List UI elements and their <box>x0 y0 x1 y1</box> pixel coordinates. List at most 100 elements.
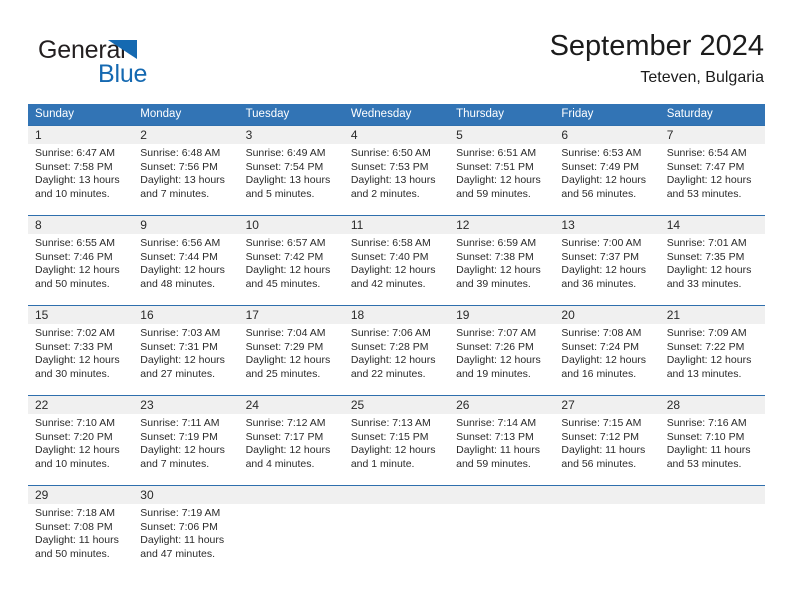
daylight-text-line2: and 30 minutes. <box>35 367 110 380</box>
daylight-text-line2: and 4 minutes. <box>245 457 315 470</box>
calendar-week-row: 22 Sunrise: 7:10 AM Sunset: 7:20 PM Dayl… <box>28 395 765 485</box>
sunset-text: Sunset: 7:54 PM <box>245 160 324 173</box>
calendar-day-cell[interactable]: 17 Sunrise: 7:04 AM Sunset: 7:29 PM Dayl… <box>239 306 344 396</box>
calendar-day-cell[interactable]: 19 Sunrise: 7:07 AM Sunset: 7:26 PM Dayl… <box>449 306 554 396</box>
calendar-day-cell[interactable]: 13 Sunrise: 7:00 AM Sunset: 7:37 PM Dayl… <box>554 216 659 306</box>
calendar-day-cell-empty <box>344 486 449 576</box>
calendar-day-cell[interactable]: 21 Sunrise: 7:09 AM Sunset: 7:22 PM Dayl… <box>660 306 765 396</box>
daylight-text-line2: and 47 minutes. <box>140 547 215 560</box>
calendar-week-row: 1 Sunrise: 6:47 AM Sunset: 7:58 PM Dayli… <box>28 125 765 215</box>
sunset-text: Sunset: 7:29 PM <box>245 340 324 353</box>
calendar-day-cell[interactable]: 16 Sunrise: 7:03 AM Sunset: 7:31 PM Dayl… <box>133 306 238 396</box>
sunset-text: Sunset: 7:24 PM <box>561 340 640 353</box>
day-details: Sunrise: 7:04 AM Sunset: 7:29 PM Dayligh… <box>246 327 340 381</box>
calendar-day-cell[interactable]: 29 Sunrise: 7:18 AM Sunset: 7:08 PM Dayl… <box>28 486 133 576</box>
day-number: 25 <box>350 398 365 412</box>
weekday-header-tuesday: Tuesday <box>245 108 290 120</box>
calendar-day-cell[interactable]: 25 Sunrise: 7:13 AM Sunset: 7:15 PM Dayl… <box>344 396 449 486</box>
calendar-day-cell[interactable]: 24 Sunrise: 7:12 AM Sunset: 7:17 PM Dayl… <box>239 396 344 486</box>
sunset-text: Sunset: 7:12 PM <box>561 430 640 443</box>
daylight-text-line1: Daylight: 12 hours <box>140 264 225 277</box>
calendar-day-cell[interactable]: 9 Sunrise: 6:56 AM Sunset: 7:44 PM Dayli… <box>133 216 238 306</box>
day-number: 15 <box>35 308 49 322</box>
daylight-text-line2: and 25 minutes. <box>245 367 321 380</box>
calendar-day-cell[interactable]: 11 Sunrise: 6:58 AM Sunset: 7:40 PM Dayl… <box>344 216 449 306</box>
day-number: 12 <box>456 218 470 232</box>
sunset-text: Sunset: 7:31 PM <box>140 340 218 353</box>
sunrise-text: Sunrise: 7:13 AM <box>350 417 431 429</box>
calendar-day-cell[interactable]: 4 Sunrise: 6:50 AM Sunset: 7:53 PM Dayli… <box>344 126 449 216</box>
calendar-day-cell[interactable]: 22 Sunrise: 7:10 AM Sunset: 7:20 PM Dayl… <box>28 396 133 486</box>
sunrise-text: Sunrise: 7:02 AM <box>35 327 115 339</box>
weekday-header-sunday: Sunday <box>35 108 75 120</box>
day-details: Sunrise: 7:02 AM Sunset: 7:33 PM Dayligh… <box>35 327 129 381</box>
sunset-text: Sunset: 7:42 PM <box>245 250 324 263</box>
calendar-day-cell[interactable]: 18 Sunrise: 7:06 AM Sunset: 7:28 PM Dayl… <box>344 306 449 396</box>
calendar-day-cell[interactable]: 23 Sunrise: 7:11 AM Sunset: 7:19 PM Dayl… <box>133 396 238 486</box>
day-number: 27 <box>561 398 575 412</box>
calendar-day-cell[interactable]: 20 Sunrise: 7:08 AM Sunset: 7:24 PM Dayl… <box>554 306 659 396</box>
calendar-day-cell[interactable]: 5 Sunrise: 6:51 AM Sunset: 7:51 PM Dayli… <box>449 126 554 216</box>
calendar-day-cell[interactable]: 15 Sunrise: 7:02 AM Sunset: 7:33 PM Dayl… <box>28 306 133 396</box>
day-details: Sunrise: 6:58 AM Sunset: 7:40 PM Dayligh… <box>351 237 445 291</box>
daylight-text-line2: and 27 minutes. <box>140 367 215 380</box>
sunset-text: Sunset: 7:49 PM <box>561 160 640 173</box>
general-blue-logo[interactable]: General Blue <box>38 36 238 88</box>
day-number: 11 <box>350 218 364 232</box>
day-details: Sunrise: 7:13 AM Sunset: 7:15 PM Dayligh… <box>351 417 445 471</box>
daylight-text-line1: Daylight: 12 hours <box>666 174 752 187</box>
day-details: Sunrise: 7:14 AM Sunset: 7:13 PM Dayligh… <box>456 417 550 471</box>
sunrise-text: Sunrise: 6:49 AM <box>245 147 326 159</box>
daylight-text-line1: Daylight: 12 hours <box>561 174 647 187</box>
calendar-day-cell[interactable]: 14 Sunrise: 7:01 AM Sunset: 7:35 PM Dayl… <box>660 216 765 306</box>
daylight-text-line1: Daylight: 12 hours <box>561 354 647 367</box>
daylight-text-line1: Daylight: 11 hours <box>561 444 646 457</box>
calendar-day-cell[interactable]: 30 Sunrise: 7:19 AM Sunset: 7:06 PM Dayl… <box>133 486 238 576</box>
weekday-header-wednesday: Wednesday <box>350 108 412 120</box>
calendar-day-cell[interactable]: 27 Sunrise: 7:15 AM Sunset: 7:12 PM Dayl… <box>554 396 659 486</box>
calendar-day-cell[interactable]: 3 Sunrise: 6:49 AM Sunset: 7:54 PM Dayli… <box>239 126 344 216</box>
calendar-day-cell[interactable]: 12 Sunrise: 6:59 AM Sunset: 7:38 PM Dayl… <box>449 216 554 306</box>
daylight-text-line2: and 5 minutes. <box>245 187 315 200</box>
calendar-day-cell[interactable]: 2 Sunrise: 6:48 AM Sunset: 7:56 PM Dayli… <box>133 126 238 216</box>
day-details: Sunrise: 7:18 AM Sunset: 7:08 PM Dayligh… <box>35 507 129 561</box>
calendar-day-cell[interactable]: 28 Sunrise: 7:16 AM Sunset: 7:10 PM Dayl… <box>660 396 765 486</box>
day-number: 16 <box>140 308 154 322</box>
day-details: Sunrise: 6:57 AM Sunset: 7:42 PM Dayligh… <box>246 237 340 291</box>
calendar-day-cell[interactable]: 1 Sunrise: 6:47 AM Sunset: 7:58 PM Dayli… <box>28 126 133 216</box>
page-header: General Blue September 2024 Teteven, Bul… <box>28 28 764 88</box>
sunset-text: Sunset: 7:22 PM <box>666 340 745 353</box>
weekday-header-saturday: Saturday <box>666 108 713 120</box>
daylight-text-line2: and 13 minutes. <box>666 367 742 380</box>
calendar-day-cell[interactable]: 7 Sunrise: 6:54 AM Sunset: 7:47 PM Dayli… <box>660 126 765 216</box>
calendar-week-row: 29 Sunrise: 7:18 AM Sunset: 7:08 PM Dayl… <box>28 485 765 575</box>
sunset-text: Sunset: 7:17 PM <box>245 430 324 443</box>
calendar-day-cell[interactable]: 6 Sunrise: 6:53 AM Sunset: 7:49 PM Dayli… <box>554 126 659 216</box>
day-details: Sunrise: 7:09 AM Sunset: 7:22 PM Dayligh… <box>667 327 761 381</box>
daylight-text-line2: and 56 minutes. <box>561 457 637 470</box>
weekday-header-row: Sunday Monday Tuesday Wednesday Thursday… <box>28 104 765 125</box>
sunset-text: Sunset: 7:53 PM <box>350 160 429 173</box>
daylight-text-line1: Daylight: 12 hours <box>140 444 225 457</box>
daylight-text-line1: Daylight: 12 hours <box>350 444 436 457</box>
day-number: 7 <box>666 128 674 142</box>
day-number: 20 <box>561 308 575 322</box>
day-details: Sunrise: 7:11 AM Sunset: 7:19 PM Dayligh… <box>140 417 234 471</box>
day-details: Sunrise: 6:55 AM Sunset: 7:46 PM Dayligh… <box>35 237 129 291</box>
sunrise-text: Sunrise: 7:10 AM <box>35 417 115 429</box>
sunrise-text: Sunrise: 7:12 AM <box>245 417 326 429</box>
sunset-text: Sunset: 7:19 PM <box>140 430 218 443</box>
daylight-text-line1: Daylight: 12 hours <box>456 174 541 187</box>
calendar-day-cell[interactable]: 8 Sunrise: 6:55 AM Sunset: 7:46 PM Dayli… <box>28 216 133 306</box>
day-details: Sunrise: 6:51 AM Sunset: 7:51 PM Dayligh… <box>456 147 550 201</box>
sunrise-text: Sunrise: 6:59 AM <box>456 237 537 249</box>
daylight-text-line1: Daylight: 12 hours <box>140 354 225 367</box>
day-number: 28 <box>666 398 681 412</box>
sunrise-text: Sunrise: 6:54 AM <box>666 147 747 159</box>
daylight-text-line2: and 7 minutes. <box>140 187 210 200</box>
day-details: Sunrise: 6:47 AM Sunset: 7:58 PM Dayligh… <box>35 147 129 201</box>
calendar-day-cell[interactable]: 26 Sunrise: 7:14 AM Sunset: 7:13 PM Dayl… <box>449 396 554 486</box>
calendar-day-cell[interactable]: 10 Sunrise: 6:57 AM Sunset: 7:42 PM Dayl… <box>239 216 344 306</box>
daylight-text-line2: and 2 minutes. <box>350 187 420 200</box>
day-number: 26 <box>456 398 470 412</box>
